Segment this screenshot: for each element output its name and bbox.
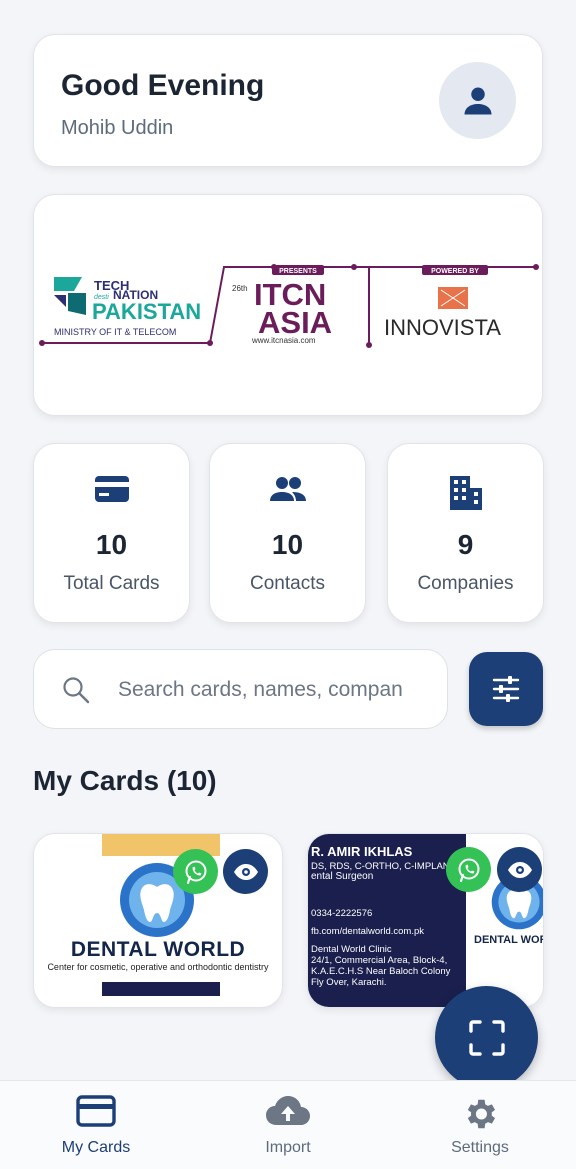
banner-url: www.itcnasia.com (251, 336, 316, 345)
credit-card-icon (94, 476, 129, 502)
business-card-amir-ikhlas[interactable]: R. AMIR IKHLAS DS, RDS, C-ORTHO, C-IMPLA… (307, 833, 544, 1008)
greeting-title: Good Evening (61, 69, 265, 102)
business-card-dental-world[interactable]: DENTAL WORLD Center for cosmetic, operat… (33, 833, 283, 1008)
scan-frame-icon (468, 1019, 505, 1056)
stat-contacts[interactable]: 10 Contacts (209, 443, 366, 623)
bottom-navigation: My Cards Import Settings (0, 1080, 576, 1169)
nav-settings[interactable]: Settings (384, 1081, 576, 1169)
card-brand: DENTAL WORLI (474, 934, 543, 946)
card-address-3: Fly Over, Karachi. (311, 977, 387, 988)
view-button[interactable] (497, 847, 542, 892)
contacts-count: 10 (271, 529, 304, 560)
whatsapp-icon (185, 860, 206, 884)
total-cards-count: 10 (95, 529, 128, 560)
card-clinic: Dental World Clinic (311, 944, 392, 955)
tech-destination-logo (54, 277, 86, 315)
nav-my-cards-label: My Cards (61, 1139, 131, 1156)
greeting-card: Good Evening Mohib Uddin (33, 34, 543, 167)
card-person-name: R. AMIR IKHLAS (311, 844, 413, 859)
gear-icon (467, 1099, 496, 1129)
card-address-2: K.A.E.C.H.S Near Baloch Colony (311, 966, 451, 977)
people-icon (269, 477, 306, 501)
sliders-icon (492, 676, 520, 702)
building-icon (449, 476, 482, 510)
banner-pakistan: PAKISTAN (92, 299, 201, 324)
banner-asia: ASIA (258, 305, 332, 340)
card-dark-panel: R. AMIR IKHLAS DS, RDS, C-ORTHO, C-IMPLA… (308, 834, 466, 1007)
banner-image: TECH desti NATION PAKISTAN MINISTRY OF I… (39, 264, 539, 348)
whatsapp-button[interactable] (173, 849, 218, 894)
stat-companies[interactable]: 9 Companies (387, 443, 544, 623)
banner-ministry: MINISTRY OF IT & TELECOM (54, 327, 176, 337)
nav-import-label: Import (265, 1139, 311, 1156)
whatsapp-button[interactable] (446, 847, 491, 892)
user-name: Mohib Uddin (61, 117, 174, 139)
card-address-1: 24/1, Commercial Area, Block-4, (311, 955, 448, 966)
search-input[interactable] (118, 670, 433, 710)
innovista-logo (438, 287, 468, 309)
banner-edition: 26th (232, 284, 248, 293)
nav-settings-label: Settings (451, 1139, 509, 1156)
total-cards-label: Total Cards (63, 573, 160, 594)
companies-label: Companies (417, 573, 514, 594)
banner-presents: PRESENTS (279, 268, 317, 275)
card-role: ental Surgeon (311, 871, 374, 882)
scan-button[interactable] (435, 986, 538, 1089)
whatsapp-icon (458, 858, 479, 882)
search-bar (33, 649, 448, 729)
card-title: DENTAL WORLD (70, 938, 246, 961)
card-icon (76, 1095, 116, 1127)
person-icon (464, 87, 491, 114)
banner-innovista: INNOVISTA (384, 315, 501, 340)
search-icon (63, 677, 90, 704)
nav-my-cards[interactable]: My Cards (0, 1081, 192, 1169)
eye-icon (507, 861, 532, 878)
eye-icon (233, 863, 258, 880)
card-subtitle: Center for cosmetic, operative and ortho… (47, 962, 269, 972)
event-banner[interactable]: TECH desti NATION PAKISTAN MINISTRY OF I… (33, 194, 543, 416)
banner-powered-by: POWERED BY (431, 268, 479, 275)
contacts-label: Contacts (250, 573, 325, 594)
card-phone: 0334-2222576 (311, 908, 373, 919)
my-cards-heading: My Cards (10) (33, 765, 217, 796)
companies-count: 9 (457, 529, 474, 560)
stat-total-cards[interactable]: 10 Total Cards (33, 443, 190, 623)
cloud-upload-icon (266, 1096, 310, 1125)
filter-button[interactable] (469, 652, 543, 726)
view-button[interactable] (223, 849, 268, 894)
nav-import[interactable]: Import (192, 1081, 384, 1169)
avatar[interactable] (439, 62, 516, 139)
card-web: fb.com/dentalworld.com.pk (311, 926, 424, 937)
